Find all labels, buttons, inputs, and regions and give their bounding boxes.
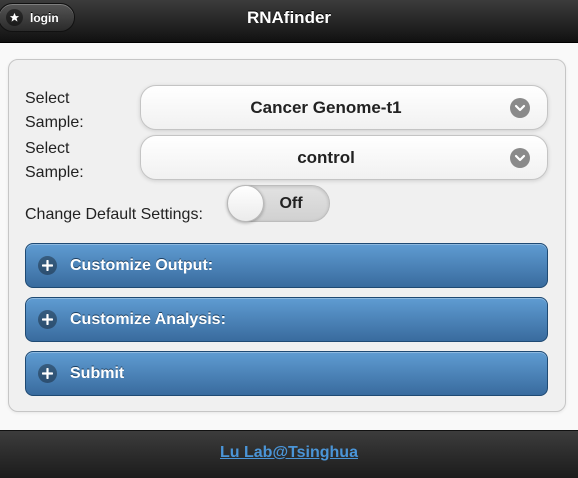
sample-select-value: control bbox=[297, 148, 355, 167]
header-bar: RNAfinder login bbox=[0, 0, 578, 43]
toggle-state: Off bbox=[279, 195, 303, 212]
section-label: Customize Analysis: bbox=[70, 311, 226, 328]
customize-analysis-section[interactable]: Customize Analysis: bbox=[25, 297, 548, 342]
chevron-down-icon bbox=[510, 148, 530, 168]
plus-icon bbox=[38, 256, 57, 275]
section-label: Submit bbox=[70, 365, 125, 382]
default-settings-label: Change Default Settings: bbox=[25, 206, 203, 223]
default-settings-toggle[interactable]: Off bbox=[227, 185, 330, 222]
login-button[interactable]: login bbox=[0, 3, 75, 32]
lab-link[interactable]: Lu Lab@Tsinghua bbox=[0, 431, 578, 475]
customize-output-section[interactable]: Customize Output: bbox=[25, 243, 548, 288]
plus-icon bbox=[38, 310, 57, 329]
sample-select-2[interactable]: control bbox=[140, 135, 548, 180]
submit-section[interactable]: Submit bbox=[25, 351, 548, 396]
toggle-knob[interactable] bbox=[227, 185, 264, 222]
star-icon bbox=[6, 9, 23, 26]
select-sample-label: Select Sample: bbox=[25, 90, 84, 131]
login-label: login bbox=[30, 10, 59, 25]
plus-icon bbox=[38, 364, 57, 383]
section-label: Customize Output: bbox=[70, 257, 214, 274]
sample-select-1[interactable]: Cancer Genome-t1 bbox=[140, 85, 548, 130]
app-title: RNAfinder bbox=[246, 8, 332, 27]
chevron-down-icon bbox=[510, 98, 530, 118]
footer-bar: Lu Lab@Tsinghua bbox=[0, 430, 578, 478]
sample-select-value: Cancer Genome-t1 bbox=[250, 98, 402, 117]
select-sample-label: Select Sample: bbox=[25, 140, 84, 181]
